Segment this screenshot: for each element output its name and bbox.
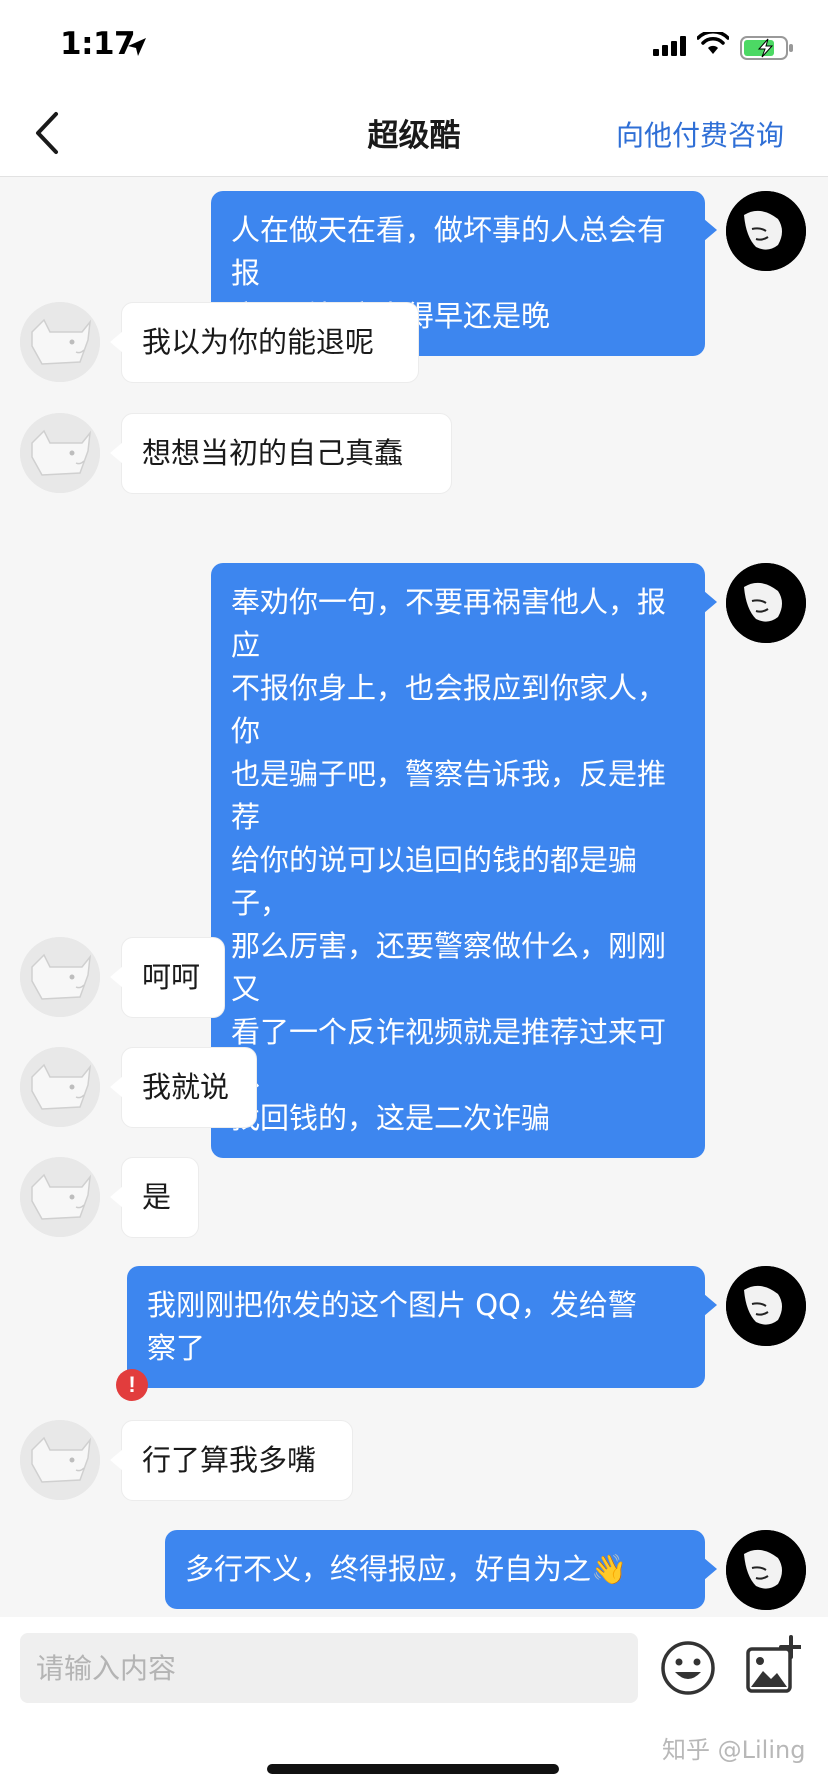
contact-avatar[interactable] [20, 937, 100, 1017]
message-bubble-received[interactable]: 呵呵 [110, 937, 225, 1018]
message-bubble-sent[interactable]: 多行不义，终得报应，好自为之👋 [165, 1530, 717, 1609]
dog-avatar-icon [20, 1157, 100, 1237]
wifi-icon [697, 32, 729, 54]
message-bubble-received[interactable]: 是 [110, 1157, 199, 1238]
message-text: 我刚刚把你发的这个图片 QQ，发给警 察了 [147, 1288, 637, 1365]
contact-avatar[interactable] [20, 1157, 100, 1237]
contact-avatar[interactable] [20, 1420, 100, 1500]
message-bubble-sent[interactable]: 奉劝你一句，不要再祸害他人，报应 不报你身上，也会报应到你家人，你 也是骗子吧，… [211, 563, 717, 1158]
message-text: 多行不义，终得报应，好自为之 [185, 1552, 592, 1586]
message-input[interactable] [20, 1633, 638, 1703]
battery-charging-icon [740, 36, 793, 60]
dog-avatar-icon [20, 1047, 100, 1127]
dog-avatar-icon [20, 1420, 100, 1500]
portrait-icon [726, 1530, 806, 1610]
message-text: 呵呵 [142, 960, 201, 994]
contact-avatar[interactable] [20, 302, 100, 382]
message-text: 我就说 [142, 1070, 230, 1104]
dog-avatar-icon [20, 937, 100, 1017]
status-time: 1:17 [60, 26, 136, 62]
cellular-signal-icon [653, 36, 686, 56]
nav-bar: 超级酷 向他付费咨询 [0, 90, 828, 177]
watermark: 知乎 @Liling [662, 1736, 806, 1764]
message-text: 想想当初的自己真蠢 [142, 436, 404, 470]
message-text: 我以为你的能退呢 [142, 325, 375, 359]
dog-avatar-icon [20, 302, 100, 382]
message-bubble-received[interactable]: 我以为你的能退呢 [110, 302, 419, 383]
send-failed-icon[interactable]: ! [116, 1369, 148, 1401]
waving-hand-emoji: 👋 [591, 1552, 628, 1586]
my-avatar[interactable] [726, 563, 806, 643]
my-avatar[interactable] [726, 1530, 806, 1610]
emoji-smile-icon[interactable] [658, 1638, 718, 1698]
portrait-icon [726, 563, 806, 643]
my-avatar[interactable] [726, 191, 806, 271]
message-bubble-received[interactable]: 行了算我多嘴 [110, 1420, 353, 1501]
message-text: 是 [142, 1180, 172, 1214]
paid-consult-button[interactable]: 向他付费咨询 [616, 114, 784, 154]
chat-message-list[interactable]: 人在做天在看，做坏事的人总会有报 应，看报应来得早还是晚 我以为你的能退呢 想想… [0, 177, 828, 1617]
add-image-icon[interactable] [745, 1635, 801, 1699]
dog-avatar-icon [20, 413, 100, 493]
location-arrow-icon [128, 38, 146, 56]
my-avatar[interactable] [726, 1266, 806, 1346]
message-text: 行了算我多嘴 [142, 1443, 317, 1477]
portrait-icon [726, 1266, 806, 1346]
portrait-icon [726, 191, 806, 271]
message-bubble-received[interactable]: 我就说 [110, 1047, 257, 1128]
message-bubble-received[interactable]: 想想当初的自己真蠢 [110, 413, 452, 494]
home-indicator[interactable] [267, 1764, 559, 1774]
contact-avatar[interactable] [20, 413, 100, 493]
message-bubble-sent[interactable]: 我刚刚把你发的这个图片 QQ，发给警 察了 [127, 1266, 717, 1388]
contact-avatar[interactable] [20, 1047, 100, 1127]
message-input-bar: 知乎 @Liling [0, 1617, 828, 1792]
status-bar: 1:17 [0, 0, 828, 90]
message-text: 奉劝你一句，不要再祸害他人，报应 不报你身上，也会报应到你家人，你 也是骗子吧，… [231, 585, 667, 1135]
